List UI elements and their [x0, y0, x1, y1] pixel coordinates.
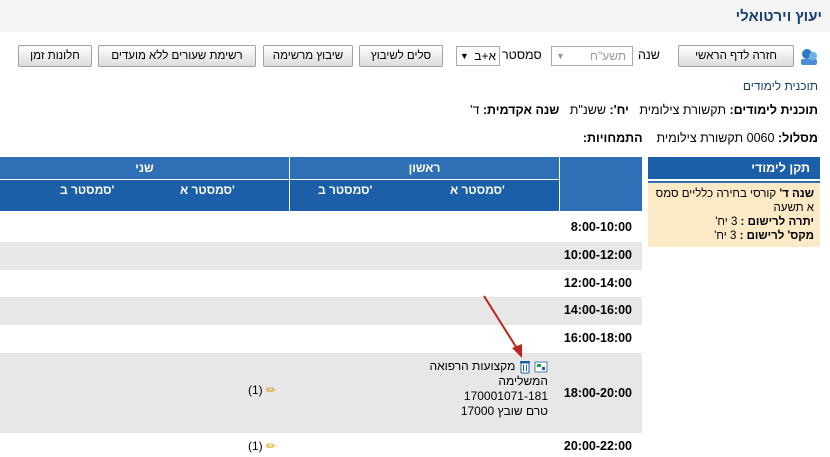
semester-select[interactable]: ▼ א+ב [456, 46, 500, 66]
day-header-sunday: ראשון [290, 157, 559, 179]
course-details-icon[interactable] [534, 361, 548, 373]
program-label: תוכנית לימודים: [729, 103, 819, 117]
remaining-label: יתרה לרישום : [740, 216, 814, 228]
time-header [560, 157, 642, 211]
max-label: מקס' לרישום : [739, 230, 814, 242]
course-status: טרם שובץ 17000 [460, 404, 548, 418]
course-code: 170001071-181 [463, 389, 548, 403]
course-name: מקצועות הרפואה המשלימה [429, 359, 548, 388]
track-label: מסלול: [777, 131, 818, 145]
program-value: תקשורת צילומית [639, 103, 727, 117]
units-label: יח': [609, 103, 629, 117]
sunday-sem-b: סמסטר ב' [318, 183, 373, 197]
time-row: 18:00-20:00 מקצועות הרפואה המשלימה 17000… [0, 353, 642, 433]
time-label: 14:00-16:00 [563, 303, 632, 317]
course-cell[interactable]: מקצועות הרפואה המשלימה 170001071-181 טרם… [398, 359, 548, 419]
time-row: 14:00-16:00 [0, 297, 642, 325]
sunday-semester-header: סמסטר ב' סמסטר א' [290, 180, 559, 211]
dropdown-arrow-icon: ▼ [460, 51, 469, 61]
program-info: תוכנית לימודים: תקשורת צילומית יח': ששנ"… [470, 103, 818, 117]
title-bar [0, 0, 830, 32]
year-select[interactable]: ▼ תשע"ח [551, 46, 633, 66]
schedule-grid: שני ראשון סמסטר ב' סמסטר א' סמסטר ב' סמס… [0, 157, 642, 457]
remaining-value: 3 יח' [715, 216, 741, 228]
slot-count-label: (1) [248, 439, 263, 453]
time-label: 12:00-14:00 [563, 276, 632, 290]
specialization-label: התמחויות: [582, 131, 643, 145]
slots-button[interactable]: סלים לשיבוץ [359, 45, 443, 67]
semester-select-value: א+ב [474, 49, 496, 63]
time-row: 16:00-18:00 [0, 325, 642, 353]
schedule-from-list-button[interactable]: שיבוץ מרשימה [263, 45, 353, 67]
monday-slot-count[interactable]: (1) ✏ [248, 383, 276, 397]
study-plan-link[interactable]: תוכנית לימודים [743, 79, 818, 93]
time-row: 20:00-22:00 (1) ✏ [0, 433, 642, 457]
day-header-monday: שני [0, 157, 289, 179]
panel-year: שנה ד' [779, 188, 814, 200]
time-label: 18:00-20:00 [563, 386, 632, 400]
time-label: 10:00-12:00 [563, 248, 632, 262]
year-select-value: תשע"ח [590, 49, 626, 63]
panel-header: תקן לימודי [648, 157, 820, 181]
academic-year-label: שנה אקדמית: [482, 103, 560, 117]
unscheduled-lessons-button[interactable]: רשימת שעורים ללא מועדים [98, 45, 256, 67]
units-value: ששנ"ת [569, 103, 606, 117]
time-row: 8:00-10:00 [0, 214, 642, 242]
track-info: מסלול: 0060 תקשורת צילומית התמחויות: [583, 131, 818, 145]
panel-body: שנה ד' קורסי בחירה כלליים סמס א תשעה יתר… [648, 181, 820, 247]
time-label: 8:00-10:00 [570, 220, 632, 234]
home-button[interactable]: חזרה לדף הראשי [678, 45, 794, 67]
slot-count-label: (1) [248, 383, 263, 397]
year-label: שנה [638, 48, 660, 62]
pencil-icon[interactable]: ✏ [266, 439, 276, 453]
max-value: 3 יח' [714, 230, 740, 242]
dropdown-arrow-icon: ▼ [556, 51, 565, 61]
time-label: 20:00-22:00 [563, 439, 632, 453]
time-label: 16:00-18:00 [563, 331, 632, 345]
semester-label: סמסטר [502, 48, 542, 62]
pencil-icon[interactable]: ✏ [266, 383, 276, 397]
sunday-sem-a: סמסטר א' [450, 183, 505, 197]
monday-slot-count[interactable]: (1) ✏ [248, 439, 276, 453]
academic-year-value: ד' [470, 103, 480, 117]
track-value: 0060 תקשורת צילומית [656, 131, 775, 145]
app-icon [798, 46, 820, 68]
time-windows-button[interactable]: חלונות זמן [18, 45, 92, 67]
semester-header-row: סמסטר ב' סמסטר א' [0, 180, 289, 211]
time-row: 12:00-14:00 [0, 270, 642, 297]
monday-sem-a: סמסטר א' [180, 183, 235, 197]
page-title: יעוץ וירטואלי [735, 8, 822, 25]
monday-sem-b: סמסטר ב' [60, 183, 115, 197]
annotation-arrow-icon [483, 295, 522, 358]
study-standard-panel: תקן לימודי שנה ד' קורסי בחירה כלליים סמס… [648, 157, 820, 247]
time-row: 10:00-12:00 [0, 242, 642, 270]
